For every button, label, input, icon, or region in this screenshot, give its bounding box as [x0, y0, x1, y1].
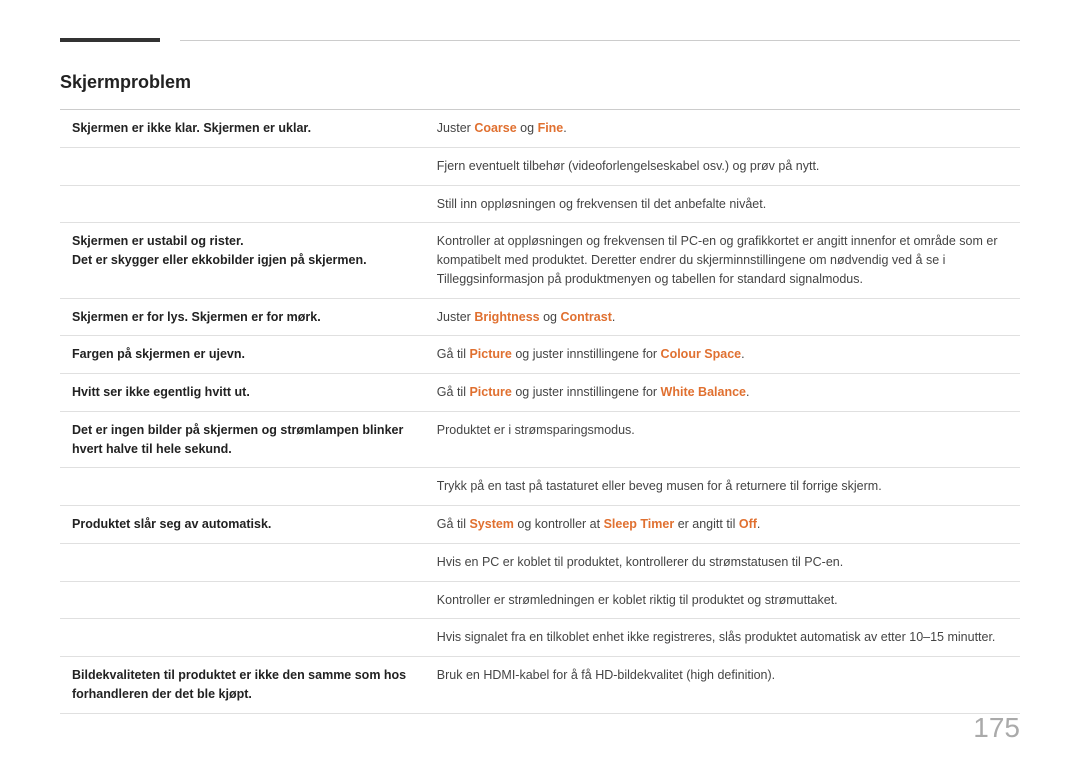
problem-solution: Still inn oppløsningen og frekvensen til…: [425, 185, 1020, 223]
problem-solution: Bruk en HDMI-kabel for å få HD-bildekval…: [425, 657, 1020, 714]
problem-solution: Hvis signalet fra en tilkoblet enhet ikk…: [425, 619, 1020, 657]
problem-solution: Juster Coarse og Fine.: [425, 110, 1020, 147]
page-number: 175: [973, 712, 1020, 744]
problem-solution: Gå til System og kontroller at Sleep Tim…: [425, 506, 1020, 544]
table-row: Bildekvaliteten til produktet er ikke de…: [60, 657, 1020, 714]
problem-description: Produktet slår seg av automatisk.: [60, 506, 425, 544]
problem-description-empty: [60, 543, 425, 581]
problem-solution: Juster Brightness og Contrast.: [425, 298, 1020, 336]
problem-solution: Produktet er i strømsparingsmodus.: [425, 411, 1020, 468]
table-row: Hvis en PC er koblet til produktet, kont…: [60, 543, 1020, 581]
table-row: Still inn oppløsningen og frekvensen til…: [60, 185, 1020, 223]
top-bar: [0, 0, 1080, 42]
top-bar-line: [180, 40, 1020, 41]
problem-description: Fargen på skjermen er ujevn.: [60, 336, 425, 374]
content-area: Skjermproblem Skjermen er ikke klar. Skj…: [0, 42, 1080, 774]
problem-solution: Gå til Picture og juster innstillingene …: [425, 336, 1020, 374]
table-row: Trykk på en tast på tastaturet eller bev…: [60, 468, 1020, 506]
problem-solution: Hvis en PC er koblet til produktet, kont…: [425, 543, 1020, 581]
problem-description: Skjermen er for lys. Skjermen er for mør…: [60, 298, 425, 336]
problem-description-empty: [60, 581, 425, 619]
table-row: Det er ingen bilder på skjermen og strøm…: [60, 411, 1020, 468]
problem-description-empty: [60, 619, 425, 657]
problem-solution: Fjern eventuelt tilbehør (videoforlengel…: [425, 147, 1020, 185]
page-container: Skjermproblem Skjermen er ikke klar. Skj…: [0, 0, 1080, 774]
problem-description-empty: [60, 185, 425, 223]
problem-table: Skjermen er ikke klar. Skjermen er uklar…: [60, 110, 1020, 714]
problem-solution: Gå til Picture og juster innstillingene …: [425, 374, 1020, 412]
problem-description: Det er ingen bilder på skjermen og strøm…: [60, 411, 425, 468]
table-row: Fjern eventuelt tilbehør (videoforlengel…: [60, 147, 1020, 185]
problem-solution: Kontroller at oppløsningen og frekvensen…: [425, 223, 1020, 298]
table-row: Produktet slår seg av automatisk.Gå til …: [60, 506, 1020, 544]
table-row: Hvis signalet fra en tilkoblet enhet ikk…: [60, 619, 1020, 657]
problem-solution: Kontroller er strømledningen er koblet r…: [425, 581, 1020, 619]
problem-description: Hvitt ser ikke egentlig hvitt ut.: [60, 374, 425, 412]
problem-description: Skjermen er ustabil og rister.Det er sky…: [60, 223, 425, 298]
table-row: Hvitt ser ikke egentlig hvitt ut.Gå til …: [60, 374, 1020, 412]
page-title: Skjermproblem: [60, 72, 1020, 93]
problem-description-empty: [60, 147, 425, 185]
table-row: Skjermen er for lys. Skjermen er for mør…: [60, 298, 1020, 336]
problem-description-empty: [60, 468, 425, 506]
problem-solution: Trykk på en tast på tastaturet eller bev…: [425, 468, 1020, 506]
table-row: Skjermen er ustabil og rister.Det er sky…: [60, 223, 1020, 298]
table-row: Skjermen er ikke klar. Skjermen er uklar…: [60, 110, 1020, 147]
table-row: Fargen på skjermen er ujevn.Gå til Pictu…: [60, 336, 1020, 374]
table-row: Kontroller er strømledningen er koblet r…: [60, 581, 1020, 619]
problem-description: Skjermen er ikke klar. Skjermen er uklar…: [60, 110, 425, 147]
top-bar-accent: [60, 38, 160, 42]
problem-description: Bildekvaliteten til produktet er ikke de…: [60, 657, 425, 714]
